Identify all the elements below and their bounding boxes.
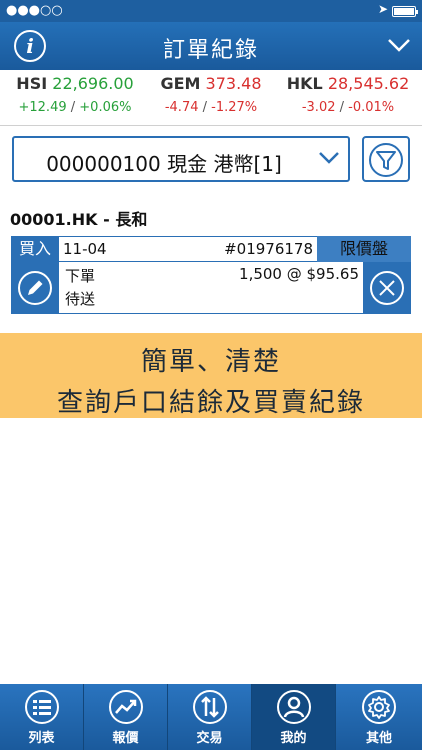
tab-label: 其他 [365, 731, 392, 746]
promo-line-2: 查詢戶口結餘及買賣紀錄 [56, 388, 365, 418]
order-quantity-price: 1,500 @ $95.65 [239, 265, 359, 283]
signal-indicator: ●●●○○ [6, 3, 63, 18]
order-card[interactable]: 買入 11-04 #01976178 限價盤 下單 待送 1,500 @ $95… [11, 236, 411, 314]
index-value: 28,545.62 [327, 74, 410, 93]
tab-trade[interactable]: 交易 [168, 684, 252, 750]
order-type: 限價盤 [317, 236, 411, 262]
page-title: 訂單紀錄 [162, 38, 259, 63]
tab-label: 列表 [28, 731, 55, 746]
chevron-down-icon[interactable] [386, 34, 412, 56]
order-side: 買入 [11, 236, 59, 262]
nav-bar: i 訂單紀錄 [0, 22, 422, 70]
trade-arrows-icon [192, 690, 227, 724]
filter-icon [369, 143, 403, 177]
order-substatus: 待送 [65, 290, 96, 308]
location-arrow-icon: ➤ [377, 2, 388, 16]
index-hsi[interactable]: HSI 22,696.00 +12.49 / +0.06% [5, 74, 145, 115]
account-label: 000000100 現金 港幣[1] [46, 152, 282, 176]
list-icon [24, 690, 59, 724]
user-icon [276, 690, 311, 724]
tab-mine[interactable]: 我的 [252, 684, 336, 750]
index-value: 373.48 [205, 74, 262, 93]
index-change: -3.02 [301, 100, 336, 115]
index-name: HSI [16, 74, 48, 93]
index-name: HKL [286, 74, 323, 93]
gear-icon [362, 690, 396, 724]
order-number: #01976178 [224, 240, 313, 258]
tab-label: 我的 [280, 731, 307, 746]
battery-icon [392, 6, 418, 17]
filter-button[interactable] [362, 136, 410, 182]
tab-list[interactable]: 列表 [0, 684, 84, 750]
chevron-down-icon [319, 152, 339, 164]
separator: / [202, 100, 208, 115]
tab-label: 報價 [112, 731, 139, 746]
account-select[interactable]: 000000100 現金 港幣[1] [12, 136, 350, 182]
order-date: 11-04 [63, 240, 107, 258]
order-header: 11-04 #01976178 [59, 236, 317, 262]
index-hkl[interactable]: HKL 28,545.62 -3.02 / -0.01% [278, 74, 418, 115]
index-change: -4.74 [164, 100, 199, 115]
cancel-order-button[interactable] [363, 262, 411, 314]
tab-label: 交易 [196, 731, 223, 746]
tab-other[interactable]: 其他 [336, 684, 422, 750]
separator: / [339, 100, 345, 115]
index-value: 22,696.00 [52, 74, 134, 93]
tab-bar: 列表 報價 交易 我的 其他 [0, 684, 422, 750]
index-change-pct: -1.27% [211, 100, 258, 115]
separator: / [70, 100, 76, 115]
order-status: 下單 [65, 267, 96, 285]
status-bar: ●●●○○ ➤ [0, 0, 422, 22]
order-body: 下單 待送 1,500 @ $95.65 [59, 262, 363, 314]
index-gem[interactable]: GEM 373.48 -4.74 / -1.27% [141, 74, 281, 115]
stock-title: 00001.HK - 長和 [10, 210, 148, 229]
trend-chart-icon [108, 690, 143, 724]
index-change-pct: -0.01% [348, 100, 395, 115]
edit-order-button[interactable] [11, 262, 59, 314]
index-change: +12.49 [18, 100, 67, 115]
index-change-pct: +0.06% [79, 100, 132, 115]
index-ticker: HSI 22,696.00 +12.49 / +0.06% GEM 373.48… [0, 70, 422, 126]
promo-banner: 簡單、清楚 查詢戶口結餘及買賣紀錄 [0, 333, 422, 418]
pencil-icon [18, 271, 52, 305]
index-name: GEM [160, 74, 201, 93]
promo-line-1: 簡單、清楚 [140, 347, 281, 377]
close-icon [370, 271, 404, 305]
tab-quote[interactable]: 報價 [84, 684, 168, 750]
